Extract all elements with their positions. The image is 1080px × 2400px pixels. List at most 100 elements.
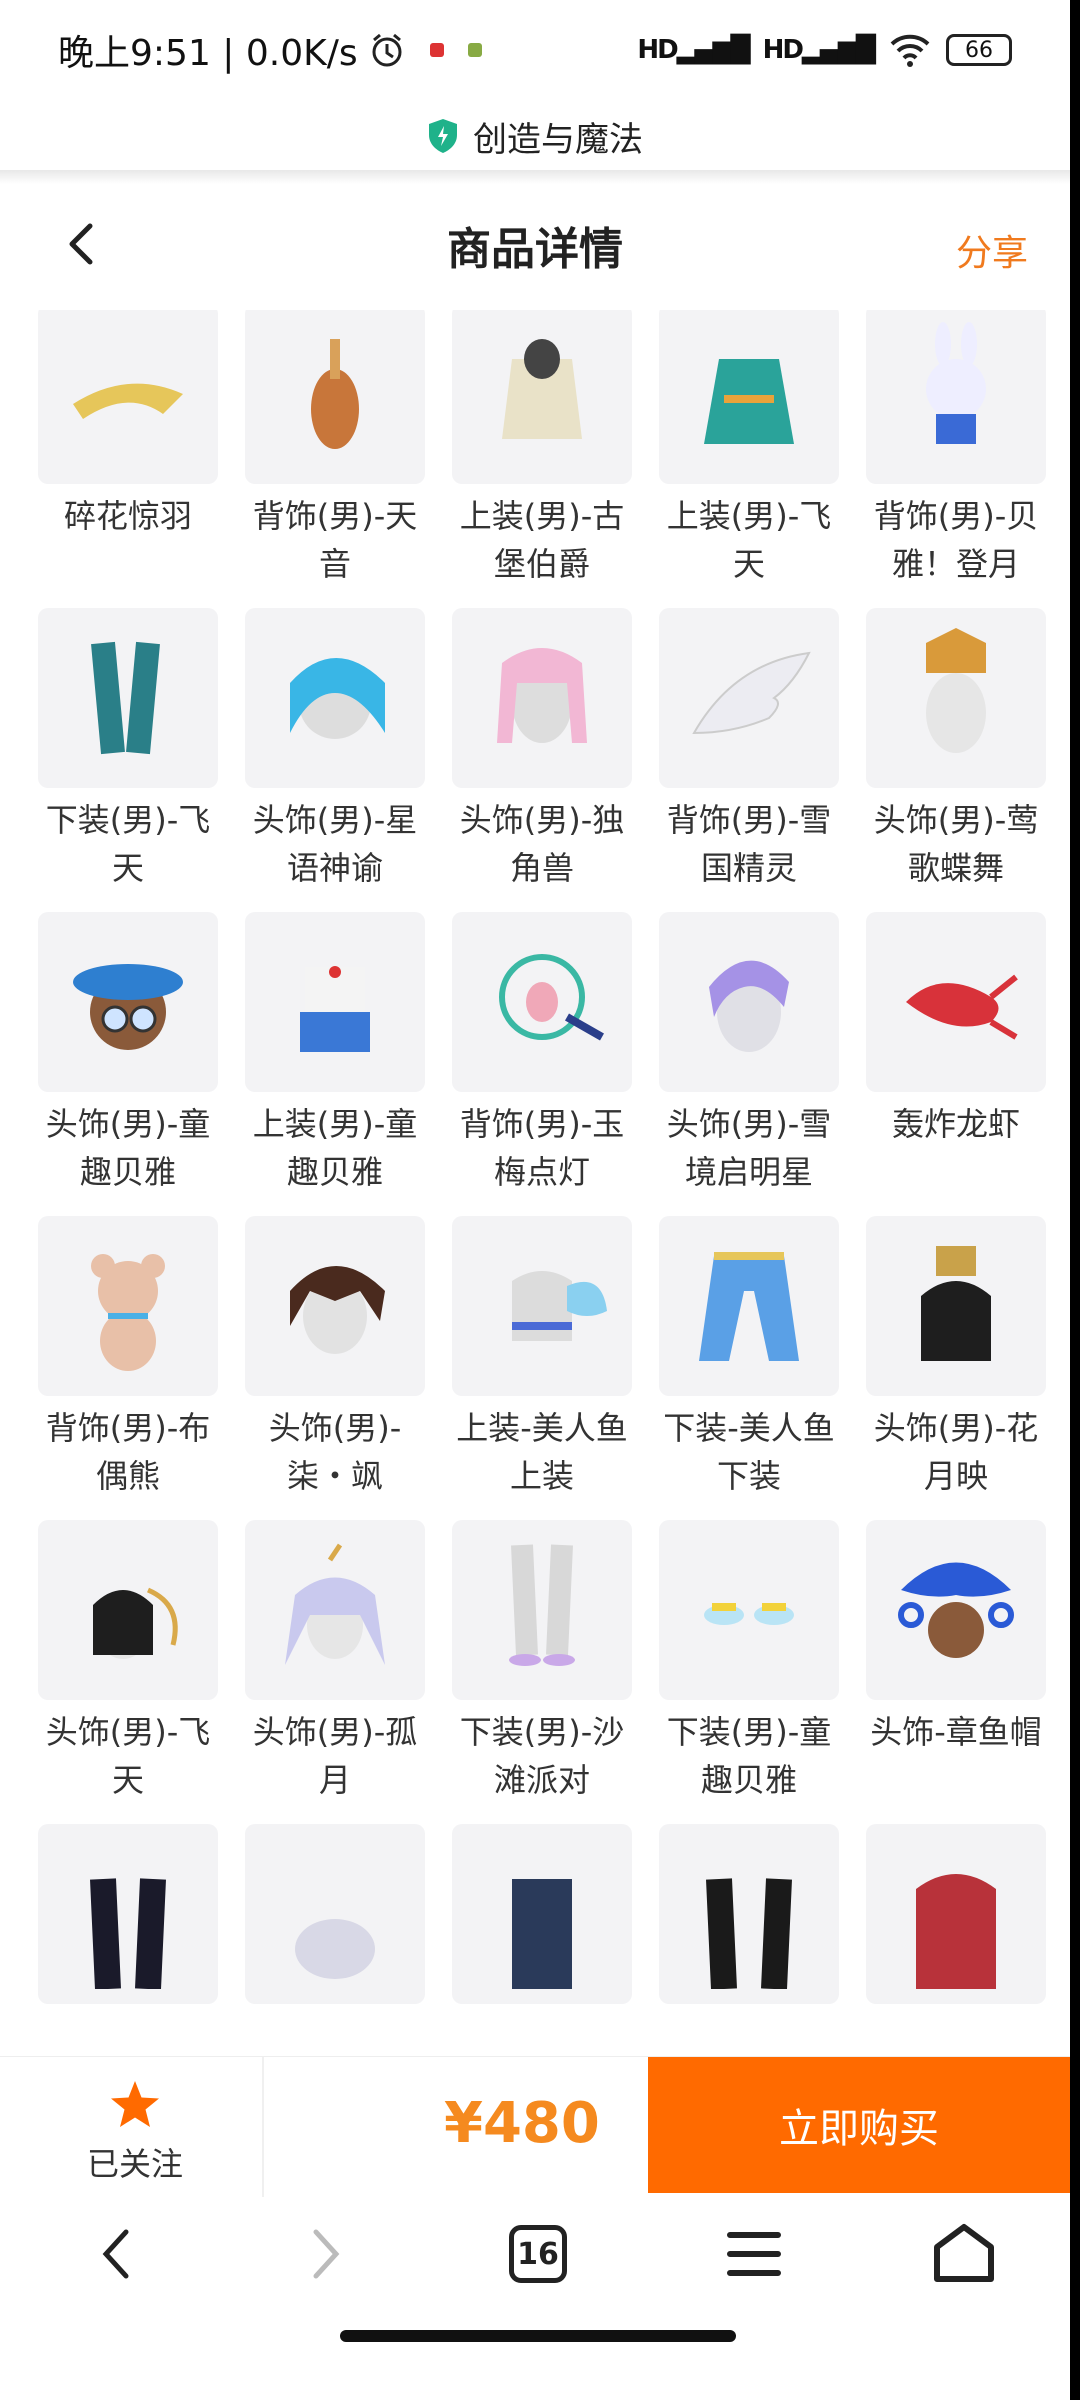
item-image bbox=[93, 1587, 178, 1659]
nav-forward-button[interactable] bbox=[290, 2218, 362, 2290]
item-image bbox=[73, 383, 183, 419]
app-title: 创造与魔法 bbox=[473, 119, 643, 160]
item-image bbox=[709, 960, 789, 1052]
menu-button[interactable] bbox=[718, 2218, 790, 2290]
item-name: 头饰(男)-独角兽 bbox=[459, 801, 625, 887]
title-divider bbox=[0, 170, 1070, 184]
item-card[interactable]: 头饰(男)-独角兽 bbox=[452, 608, 632, 912]
item-name: 头饰-章鱼帽 bbox=[870, 1713, 1042, 1751]
item-thumbnail bbox=[38, 912, 218, 1092]
item-thumbnail bbox=[38, 310, 218, 484]
item-card[interactable] bbox=[866, 1824, 1046, 2055]
item-card[interactable]: 头饰(男)-莺歌蝶舞 bbox=[866, 608, 1046, 912]
item-thumbnail bbox=[866, 1824, 1046, 2004]
item-name bbox=[245, 2012, 425, 2055]
app-title-bar: 创造与魔法 bbox=[0, 104, 1070, 168]
item-card[interactable]: 背饰(男)-布偶熊 bbox=[38, 1216, 218, 1520]
item-image bbox=[706, 1878, 792, 1989]
item-image bbox=[898, 1562, 1014, 1658]
item-thumbnail bbox=[866, 912, 1046, 1092]
back-icon[interactable] bbox=[54, 216, 110, 272]
nav-back-button[interactable] bbox=[80, 2218, 152, 2290]
item-card[interactable] bbox=[38, 1824, 218, 2055]
item-image bbox=[692, 651, 811, 735]
item-card[interactable] bbox=[245, 1824, 425, 2055]
item-name bbox=[452, 2012, 632, 2055]
star-icon bbox=[111, 2081, 159, 2127]
item-name: 背饰(男)-玉梅点灯 bbox=[459, 1105, 625, 1191]
item-thumbnail bbox=[659, 310, 839, 484]
item-name: 头饰(男)-飞天 bbox=[45, 1713, 211, 1799]
item-thumbnail bbox=[659, 608, 839, 788]
item-grid-viewport[interactable]: 隐月御星极境雪晶-霜华黯星锋刃背饰(男)-小恶魔夜月夺萃碎花惊羽背饰(男)-天音… bbox=[0, 310, 1070, 2055]
purchase-bar: 已关注 ¥480 立即购买 bbox=[0, 2056, 1070, 2198]
item-card[interactable]: 下装-美人鱼下装 bbox=[659, 1216, 839, 1520]
item-card[interactable]: 背饰(男)-天音 bbox=[245, 310, 425, 608]
item-card[interactable]: 轰炸龙虾 bbox=[866, 912, 1046, 1216]
item-card[interactable]: 头饰(男)-雪境启明星 bbox=[659, 912, 839, 1216]
item-name: 下装(男)-沙滩派对 bbox=[459, 1713, 625, 1799]
item-thumbnail bbox=[452, 1824, 632, 2004]
item-name: 头饰(男)-孤月 bbox=[252, 1713, 418, 1799]
item-image bbox=[926, 322, 986, 444]
item-thumbnail bbox=[245, 1216, 425, 1396]
follow-button[interactable]: 已关注 bbox=[50, 2077, 220, 2185]
shield-icon bbox=[429, 119, 457, 153]
item-thumbnail bbox=[245, 310, 425, 484]
share-button[interactable]: 分享 bbox=[956, 224, 1028, 276]
item-image bbox=[311, 339, 359, 449]
item-card[interactable]: 背饰(男)-玉梅点灯 bbox=[452, 912, 632, 1216]
item-thumbnail bbox=[659, 1216, 839, 1396]
item-image bbox=[704, 359, 794, 444]
item-card[interactable]: 下装(男)-童趣贝雅 bbox=[659, 1520, 839, 1824]
item-card[interactable]: 背饰(男)-雪国精灵 bbox=[659, 608, 839, 912]
item-name: 头饰(男)-童趣贝雅 bbox=[45, 1105, 211, 1191]
item-thumbnail bbox=[659, 1824, 839, 2004]
item-thumbnail bbox=[38, 608, 218, 788]
item-thumbnail bbox=[245, 1520, 425, 1700]
home-button[interactable] bbox=[928, 2218, 1000, 2290]
item-card[interactable] bbox=[659, 1824, 839, 2055]
wifi-icon bbox=[890, 34, 930, 67]
buy-now-button[interactable]: 立即购买 bbox=[648, 2057, 1070, 2193]
item-card[interactable]: 头饰(男)-孤月 bbox=[245, 1520, 425, 1824]
chevron-left-icon bbox=[102, 2229, 129, 2279]
page-title: 商品详情 bbox=[447, 224, 623, 275]
item-card[interactable]: 背饰(男)-贝雅！登月 bbox=[866, 310, 1046, 608]
item-name bbox=[866, 2012, 1046, 2055]
item-card[interactable]: 头饰(男)-飞天 bbox=[38, 1520, 218, 1824]
item-image bbox=[921, 1246, 991, 1361]
item-image bbox=[91, 641, 160, 755]
item-card[interactable]: 头饰-章鱼帽 bbox=[866, 1520, 1046, 1824]
item-thumbnail bbox=[452, 310, 632, 484]
item-name: 上装(男)-童趣贝雅 bbox=[252, 1105, 418, 1191]
item-card[interactable]: 头饰(男)-星语神谕 bbox=[245, 608, 425, 912]
item-card[interactable]: 下装(男)-沙滩派对 bbox=[452, 1520, 632, 1824]
item-card[interactable] bbox=[452, 1824, 632, 2055]
item-card[interactable]: 上装(男)-古堡伯爵 bbox=[452, 310, 632, 608]
item-thumbnail bbox=[245, 1824, 425, 2004]
item-name: 上装(男)-古堡伯爵 bbox=[459, 497, 625, 583]
price: ¥480 bbox=[444, 2091, 600, 2156]
item-card[interactable]: 碎花惊羽 bbox=[38, 310, 218, 608]
item-image bbox=[497, 648, 587, 743]
item-card[interactable]: 头饰(男)-童趣贝雅 bbox=[38, 912, 218, 1216]
item-card[interactable]: 下装(男)-飞天 bbox=[38, 608, 218, 912]
item-name: 轰炸龙虾 bbox=[891, 1105, 1020, 1143]
item-thumbnail bbox=[38, 1216, 218, 1396]
item-image bbox=[512, 1879, 572, 1989]
item-name: 头饰(男)-莺歌蝶舞 bbox=[873, 801, 1039, 887]
item-card[interactable]: 上装(男)-童趣贝雅 bbox=[245, 912, 425, 1216]
tabs-button[interactable]: 16 bbox=[502, 2218, 574, 2290]
item-thumbnail bbox=[659, 1520, 839, 1700]
home-indicator[interactable] bbox=[340, 2330, 736, 2342]
item-card[interactable]: 上装(男)-飞天 bbox=[659, 310, 839, 608]
divider bbox=[262, 2057, 264, 2197]
item-card[interactable]: 上装-美人鱼上装 bbox=[452, 1216, 632, 1520]
notification-icon bbox=[429, 43, 444, 57]
tab-count: 16 bbox=[509, 2225, 567, 2283]
item-image bbox=[91, 1254, 165, 1371]
item-card[interactable]: 头饰(男)-花月映 bbox=[866, 1216, 1046, 1520]
item-card[interactable]: 头饰(男)-柒・飒 bbox=[245, 1216, 425, 1520]
item-image bbox=[295, 1919, 375, 1979]
